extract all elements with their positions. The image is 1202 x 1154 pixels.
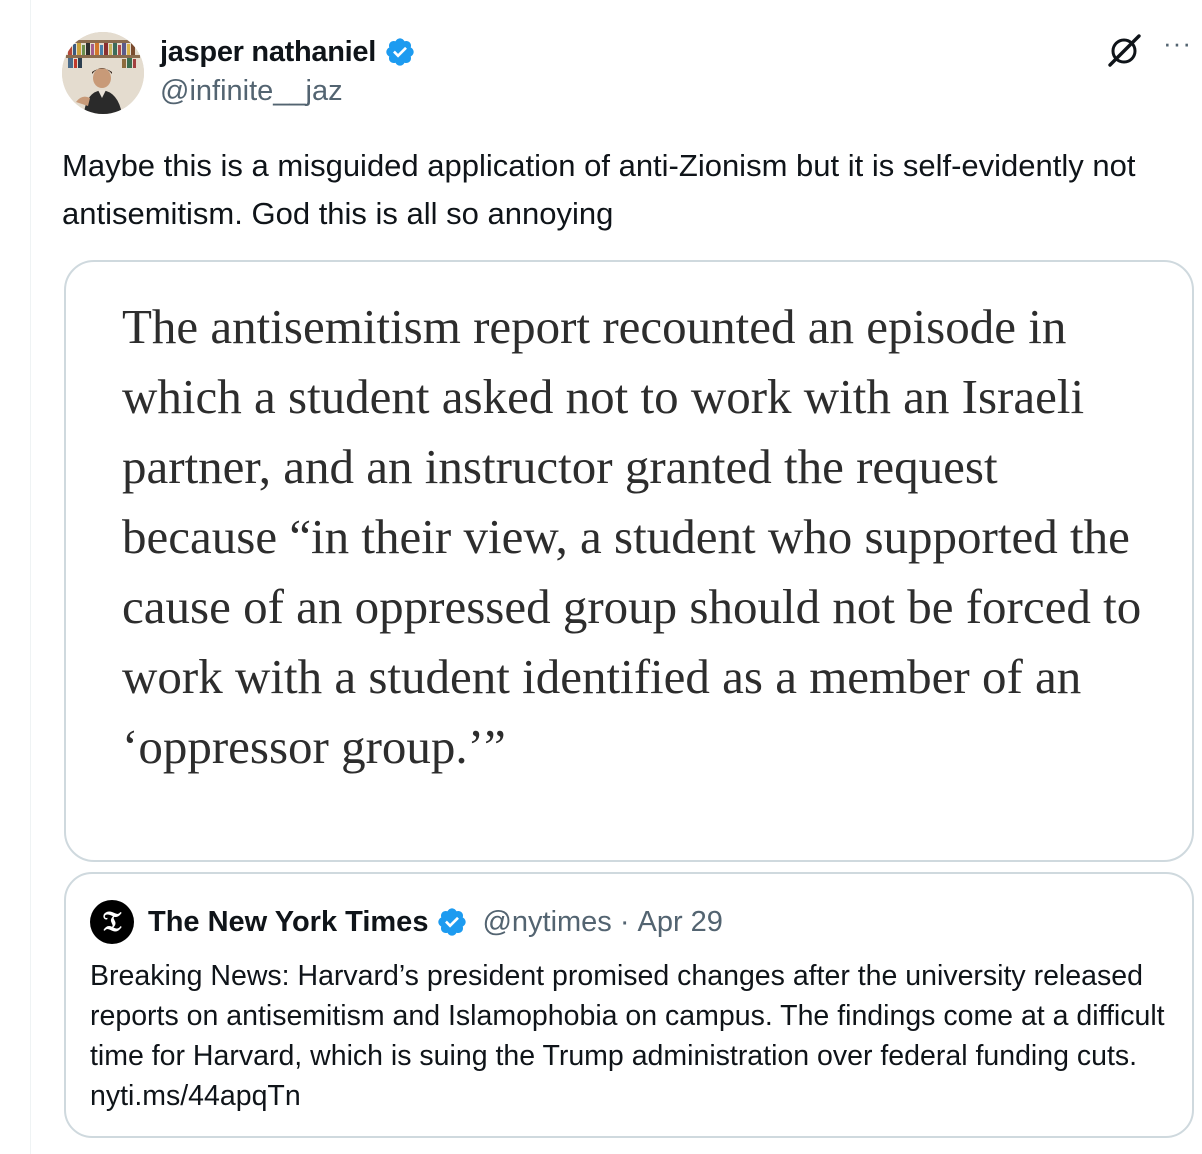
grok-icon[interactable]: [1105, 31, 1143, 69]
author-name-row: jasper nathaniel: [160, 32, 416, 72]
quoted-timestamp: Apr 29: [637, 905, 723, 938]
media-quote-text: The antisemitism report recounted an epi…: [122, 299, 1142, 774]
avatar-image: [62, 32, 144, 114]
tweet-media-image[interactable]: The antisemitism report recounted an epi…: [64, 260, 1194, 862]
tweet[interactable]: jasper nathaniel @infinite__jaz ··· Mayb…: [0, 0, 1202, 1154]
quoted-verified-badge-icon: [438, 908, 467, 936]
avatar[interactable]: [62, 32, 144, 114]
quoted-author-name: The New York Times: [148, 905, 429, 938]
tweet-top-actions: ···: [1105, 30, 1192, 70]
quoted-tweet-header: 𝔗 The New York Times @nytimes · Apr 29: [90, 900, 723, 944]
author-display-name[interactable]: jasper nathaniel: [160, 36, 376, 69]
quoted-tweet[interactable]: 𝔗 The New York Times @nytimes · Apr 29 B…: [64, 872, 1194, 1138]
author-handle[interactable]: @infinite__jaz: [160, 75, 343, 108]
quoted-separator: ·: [619, 905, 630, 938]
verified-badge-icon[interactable]: [384, 36, 416, 68]
quoted-tweet-text: Breaking News: Harvard’s president promi…: [90, 960, 1165, 1112]
nyt-logo-icon: 𝔗: [90, 900, 134, 944]
more-options-icon[interactable]: ···: [1163, 30, 1192, 70]
quoted-author-handle: @nytimes: [482, 905, 612, 938]
tweet-text: Maybe this is a misguided application of…: [62, 148, 1136, 231]
